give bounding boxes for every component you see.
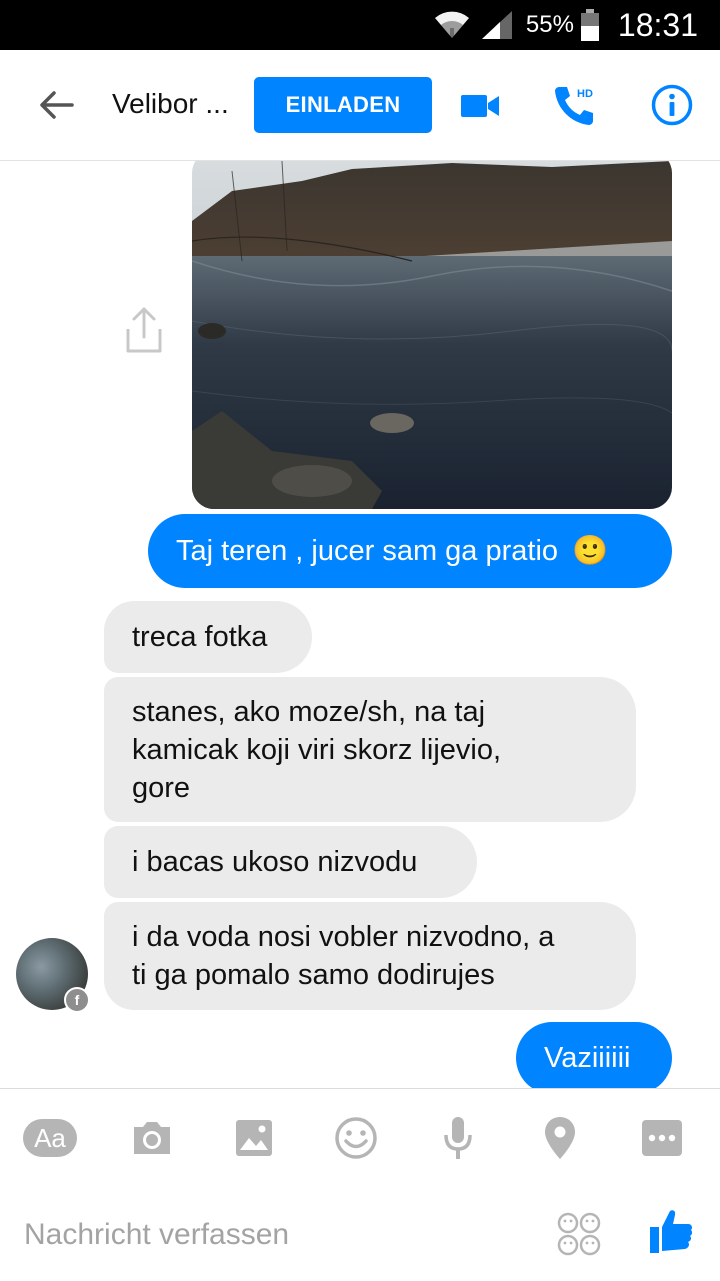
info-button[interactable] (650, 83, 694, 127)
stickers-icon (557, 1212, 601, 1256)
svg-text:HD: HD (577, 88, 593, 100)
thumbs-up-icon (650, 1210, 693, 1253)
clock: 18:31 (617, 6, 698, 43)
location-button[interactable] (532, 1115, 588, 1161)
share-icon (126, 307, 162, 353)
emoji-icon (335, 1117, 377, 1159)
voice-button[interactable] (430, 1115, 486, 1161)
contact-name[interactable]: Velibor ... (112, 88, 229, 120)
message-list[interactable]: Taj teren , jucer sam ga pratio 🙂 treca … (0, 161, 720, 1088)
more-button[interactable] (634, 1115, 690, 1161)
location-icon (545, 1117, 575, 1159)
video-call-button[interactable] (458, 86, 502, 126)
microphone-icon (444, 1117, 472, 1159)
message-text: Vaziiiiii (544, 1042, 631, 1074)
hd-call-button[interactable]: HD (552, 82, 600, 128)
message-line: ti ga pomalo samo dodirujes (132, 959, 495, 991)
emoji-button[interactable] (328, 1115, 384, 1161)
video-call-icon (461, 95, 499, 117)
message-incoming[interactable]: treca fotka (104, 601, 312, 673)
signal-icon (480, 9, 514, 41)
gallery-button[interactable] (226, 1115, 282, 1161)
text-format-icon: Aa (23, 1119, 77, 1157)
more-icon (642, 1120, 682, 1156)
wifi-icon (432, 8, 472, 42)
facebook-badge-icon: f (64, 987, 90, 1013)
hd-phone-icon: HD (555, 87, 593, 125)
message-text: treca fotka (132, 621, 268, 653)
shared-photo[interactable] (192, 161, 672, 509)
battery-percent: 55% (525, 11, 574, 38)
info-icon (651, 84, 693, 126)
stickers-button[interactable] (556, 1211, 602, 1257)
message-line: i da voda nosi vobler nizvodno, a (132, 921, 555, 953)
text-format-button[interactable]: Aa (22, 1115, 78, 1161)
message-outgoing[interactable]: Taj teren , jucer sam ga pratio 🙂 (148, 514, 672, 588)
smile-emoji: 🙂 (572, 535, 609, 567)
invite-button[interactable]: EINLADEN (254, 77, 432, 133)
gallery-icon (236, 1120, 272, 1156)
message-incoming[interactable]: i da voda nosi vobler nizvodno, a ti ga … (104, 902, 636, 1010)
message-input[interactable] (24, 1215, 524, 1255)
back-button[interactable] (32, 80, 80, 130)
message-line: kamicak koji viri skorz lijevio, (132, 734, 502, 766)
status-bar: 55% 18:31 (0, 0, 720, 50)
message-incoming[interactable]: i bacas ukoso nizvodu (104, 826, 477, 898)
message-line: gore (132, 772, 191, 804)
message-text: i bacas ukoso nizvodu (132, 846, 418, 878)
river-photo (192, 161, 672, 509)
camera-button[interactable] (124, 1115, 180, 1161)
message-text: Taj teren , jucer sam ga pratio (176, 535, 559, 567)
message-line: stanes, ako moze/sh, na taj (132, 696, 486, 728)
share-button[interactable] (122, 305, 166, 360)
message-incoming[interactable]: stanes, ako moze/sh, na taj kamicak koji… (104, 677, 636, 822)
like-button[interactable] (648, 1207, 694, 1255)
conversation-header: Velibor ... EINLADEN HD (0, 50, 720, 161)
message-outgoing[interactable]: Vaziiiiii (516, 1022, 672, 1088)
battery-icon (580, 8, 600, 42)
camera-icon (134, 1122, 170, 1154)
composer-bar: Aa (0, 1088, 720, 1281)
aa-label: Aa (34, 1122, 66, 1153)
back-arrow-icon (40, 91, 74, 119)
